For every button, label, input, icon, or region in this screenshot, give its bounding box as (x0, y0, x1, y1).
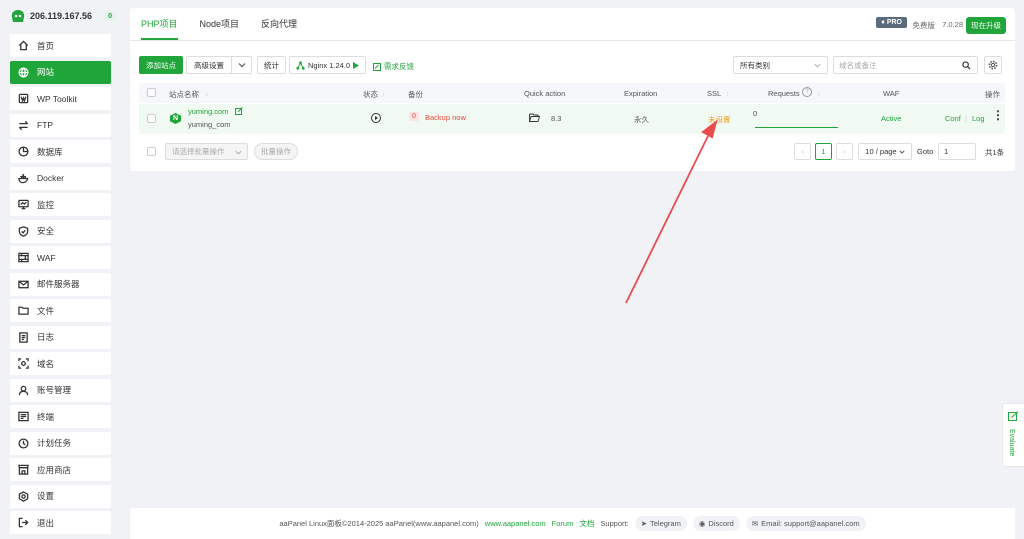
email-label: Email: support@aapanel.com (761, 519, 860, 528)
docs-link[interactable]: 文档 (579, 518, 594, 529)
email-link[interactable]: ✉ Email: support@aapanel.com (745, 516, 866, 531)
support-label: Support: (600, 519, 629, 528)
website-link[interactable]: www.aapanel.com (485, 519, 546, 528)
footer: aaPanel Linux面板©2014-2025 aaPanel(www.aa… (130, 508, 1015, 539)
evaluate-tab[interactable]: Evaluate (1002, 403, 1024, 467)
discord-label: Discord (708, 519, 734, 528)
discord-icon: ◉ (698, 519, 706, 528)
discord-link[interactable]: ◉ Discord (692, 516, 740, 531)
email-icon: ✉ (751, 519, 759, 528)
telegram-link[interactable]: ➤ Telegram (634, 516, 687, 531)
telegram-icon: ➤ (640, 519, 647, 528)
annotation-arrow (625, 119, 718, 304)
copyright-text: aaPanel Linux面板©2014-2025 aaPanel(www.aa… (279, 519, 479, 528)
telegram-label: Telegram (649, 519, 681, 528)
forum-link[interactable]: Forum (552, 519, 574, 528)
edit-icon (1008, 411, 1019, 421)
evaluate-label: Evaluate (1008, 429, 1015, 457)
